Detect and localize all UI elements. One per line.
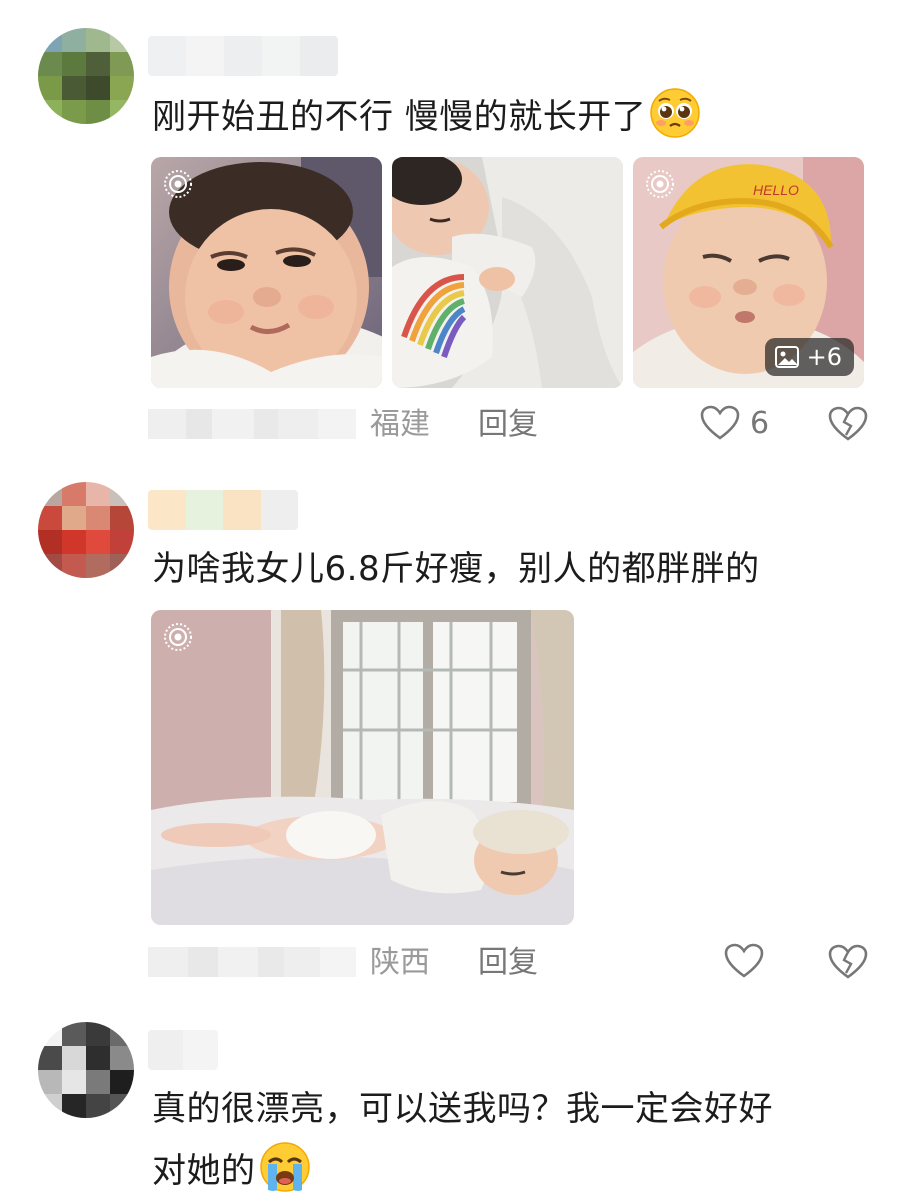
time-blurred [148,947,356,977]
more-images-badge[interactable]: +6 [764,338,854,376]
location-label: 陕西 [370,945,430,980]
comment-text: 刚开始丑的不行 慢慢的就长开了 [152,86,702,146]
comment-photo[interactable] [151,610,574,925]
heart-icon [700,405,740,440]
more-count: +6 [806,343,842,371]
comment-photo[interactable]: HELLO +6 [633,157,864,388]
location-label: 福建 [370,407,430,442]
image-icon [774,346,799,368]
comment-text-line-2: 对她的 [152,1140,773,1200]
avatar[interactable] [38,1022,134,1118]
baby-sleeping-image [392,157,623,388]
like-button[interactable]: 6 [700,405,769,441]
like-button[interactable] [724,943,774,979]
comment-text-line-1: 真的很漂亮，可以送我吗？我一定会好好 [152,1089,773,1129]
username-blurred[interactable] [148,1030,218,1070]
comment-text: 真的很漂亮，可以送我吗？我一定会好好 对她的 [152,1080,773,1200]
comment-photo[interactable] [392,157,623,388]
dislike-button[interactable] [828,943,868,981]
baby-on-bed-image [151,610,574,925]
live-photo-icon [646,170,674,198]
comment-photo[interactable] [151,157,382,388]
like-count: 6 [750,405,770,441]
username-blurred[interactable] [148,36,338,76]
reply-button[interactable]: 回复 [478,943,538,983]
avatar[interactable] [38,28,134,124]
loudly-crying-face-emoji [259,1142,310,1192]
reply-button[interactable]: 回复 [478,405,538,445]
live-photo-icon [164,623,192,651]
username-blurred[interactable] [148,490,298,530]
comment-meta: 陕西 回复 [148,943,917,983]
comment-meta: 福建 回复 6 [148,405,917,445]
dislike-button[interactable] [828,405,868,443]
time-blurred [148,409,356,439]
heart-icon [724,943,764,978]
comment-text: 为啥我女儿6.8斤好瘦，别人的都胖胖的 [152,549,760,589]
svg-text:HELLO: HELLO [753,182,799,198]
pleading-face-emoji [650,88,701,138]
live-photo-icon [164,170,192,198]
avatar[interactable] [38,482,134,578]
